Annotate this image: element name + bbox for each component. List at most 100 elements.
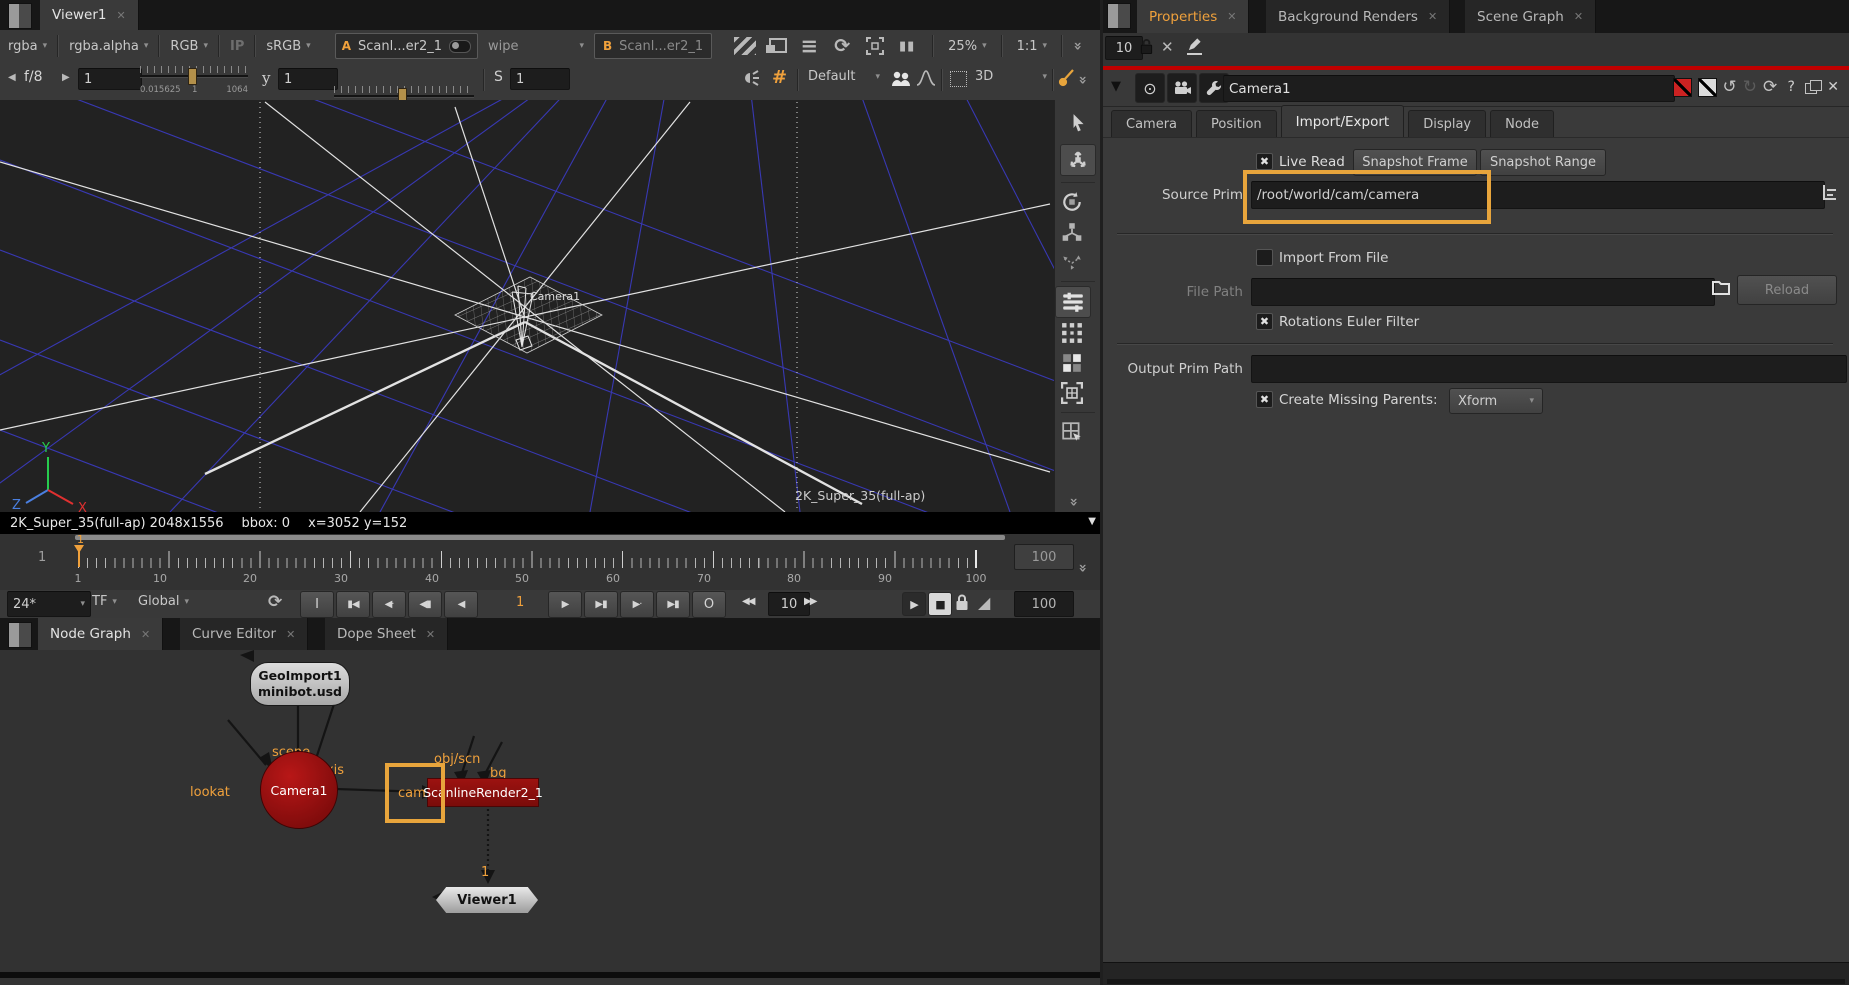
viewer-lut-select[interactable]: Default▾ — [808, 69, 880, 84]
channel-display-select[interactable]: RGB▾ — [170, 39, 208, 54]
reload-button[interactable]: Reload — [1737, 275, 1837, 305]
toolbar-overflow-icon[interactable]: » — [1070, 41, 1086, 50]
zoom-level-select[interactable]: 25%▾ — [944, 39, 990, 54]
create-missing-parents-checkbox[interactable]: ✖ — [1256, 391, 1273, 408]
ab-toggle[interactable] — [449, 40, 471, 53]
go-start-button[interactable]: ▮◀ — [336, 591, 370, 618]
euler-filter-checkbox[interactable]: ✖ — [1256, 313, 1273, 330]
layer-select[interactable]: rgba▾ — [8, 39, 47, 54]
file-path-input[interactable] — [1251, 278, 1715, 306]
viewer-colorspace-select[interactable]: sRGB▾ — [266, 39, 310, 54]
input-process-toggle[interactable]: IP — [230, 39, 244, 54]
node-color-swatch[interactable] — [1673, 78, 1692, 97]
gain-gamma-panel-icon[interactable] — [766, 37, 788, 55]
pixel-aspect-select[interactable]: 1:1▾ — [1013, 39, 1051, 54]
timeline-ruler[interactable]: 1 — [75, 544, 981, 570]
translate-tool-icon[interactable] — [1060, 144, 1096, 176]
next-keyframe-button[interactable]: ▶· — [620, 591, 654, 618]
close-icon[interactable]: ✕ — [1227, 10, 1236, 23]
close-icon[interactable]: ✕ — [1428, 10, 1437, 23]
layout-select-icon[interactable] — [1055, 417, 1089, 447]
tab-camera[interactable]: Camera — [1111, 110, 1192, 137]
close-panel-icon[interactable]: ✕ — [1827, 79, 1839, 95]
play-backward-button[interactable]: ◀ — [444, 591, 478, 618]
tab-viewer1[interactable]: Viewer1 ✕ — [40, 0, 139, 30]
tab-position[interactable]: Position — [1196, 110, 1277, 137]
split-view-icon[interactable] — [1055, 348, 1089, 378]
toolbar2-overflow-icon[interactable]: » — [1075, 75, 1091, 84]
nodegraph-canvas[interactable]: scene axis lookat obj/scn bg cam 1 GeoIm… — [0, 650, 1100, 972]
tab-import-export[interactable]: Import/Export — [1281, 105, 1405, 137]
select-tool-icon[interactable] — [1061, 108, 1095, 138]
prim-browser-icon[interactable] — [1821, 183, 1839, 203]
frame-range-mode-select[interactable]: Global▾ — [138, 594, 189, 609]
parent-type-select[interactable]: Xform ▾ — [1449, 388, 1543, 414]
view-mode-select[interactable]: 3D▾ — [975, 69, 1047, 84]
pause-icon[interactable]: ▮▮ — [896, 36, 918, 56]
roi-icon[interactable] — [864, 36, 886, 56]
tab-properties[interactable]: Properties ✕ — [1137, 0, 1249, 33]
close-icon[interactable]: ✕ — [426, 628, 435, 641]
panel-menu-icon[interactable] — [8, 622, 32, 648]
node-name-input[interactable]: Camera1 — [1223, 75, 1675, 102]
refresh-icon[interactable]: ⟳ — [830, 35, 854, 57]
grid-warp-icon[interactable] — [1055, 318, 1089, 348]
camera-icon[interactable] — [1167, 73, 1197, 103]
gain-slider[interactable]: 0.015625 1 1064 — [140, 65, 248, 85]
close-icon[interactable]: ✕ — [286, 628, 295, 641]
edit-node-icon[interactable] — [1187, 37, 1202, 55]
undo-icon[interactable]: ↺ — [1723, 77, 1737, 97]
set-out-button[interactable]: O — [692, 591, 726, 618]
gain-next-icon[interactable]: ▶ — [62, 72, 70, 83]
step-forward-button[interactable]: ▶▮ — [584, 591, 618, 618]
color-sample-wand-icon[interactable] — [1058, 68, 1076, 88]
tab-background-renders[interactable]: Background Renders ✕ — [1266, 0, 1450, 33]
collapse-panel-icon[interactable]: ▼ — [1111, 79, 1121, 94]
output-prim-input[interactable] — [1251, 355, 1847, 383]
viewport-3d[interactable]: Camera1 Y Z X 2K_Super_35(full-ap) — [0, 100, 1100, 512]
input-b-selector[interactable]: B Scanl...er2_1 — [594, 33, 712, 59]
horizontal-scrollbar[interactable] — [1107, 979, 1845, 984]
panel-menu-icon[interactable] — [8, 3, 32, 29]
hierarchy-tool-icon[interactable] — [1055, 217, 1089, 247]
wipe-mode-select[interactable]: wipe▾ — [488, 39, 584, 54]
help-icon[interactable]: ? — [1783, 79, 1799, 95]
lock-range-icon[interactable] — [954, 593, 970, 612]
marquee-mode-icon[interactable] — [950, 71, 967, 87]
max-panels-input[interactable]: 10 — [1105, 36, 1143, 60]
frame-selected-icon[interactable] — [1055, 378, 1089, 408]
fps-select[interactable]: 24*▾ — [7, 591, 91, 617]
current-frame[interactable]: 1 — [516, 595, 524, 610]
gamma-input[interactable]: 1 — [278, 68, 338, 90]
node-viewer1[interactable]: Viewer1 — [436, 887, 538, 913]
point-select-tool-icon[interactable] — [1055, 247, 1089, 277]
step-back-button[interactable]: ◀▮ — [408, 591, 442, 618]
headlamp-icon[interactable] — [742, 70, 762, 86]
timeline-mode-select[interactable]: TF▾ — [92, 594, 117, 609]
folder-icon[interactable] — [1711, 278, 1731, 296]
flipbook-play-icon[interactable]: ▶ — [902, 592, 926, 616]
tab-dope-sheet[interactable]: Dope Sheet ✕ — [325, 618, 448, 650]
input-a-selector[interactable]: A Scanl...er2_1 — [335, 33, 478, 59]
timeline-overflow-icon[interactable]: » — [1075, 563, 1091, 572]
saturation-input[interactable]: 1 — [510, 68, 570, 90]
ramp-icon[interactable]: ◢ — [978, 593, 990, 612]
rotate-tool-icon[interactable] — [1055, 187, 1089, 217]
gain-prev-icon[interactable]: ◀ — [8, 72, 16, 83]
range-end-box[interactable]: 100 — [1014, 544, 1074, 570]
timeline-scrollbar[interactable] — [75, 535, 1005, 540]
sliders-panel-icon[interactable] — [1055, 286, 1091, 318]
live-read-checkbox[interactable]: ✖ — [1256, 153, 1273, 170]
wireframe-toggle-icon[interactable]: # — [772, 67, 787, 88]
tab-node[interactable]: Node — [1490, 110, 1554, 137]
playback-range-end-box[interactable]: 100 — [1014, 591, 1074, 617]
close-all-panels-icon[interactable]: ✕ — [1161, 38, 1174, 56]
set-in-button[interactable]: I — [300, 591, 334, 618]
tab-node-graph[interactable]: Node Graph ✕ — [38, 618, 163, 650]
close-icon[interactable]: ✕ — [116, 9, 125, 22]
gl-color-swatch[interactable] — [1698, 78, 1717, 97]
play-button[interactable]: ▶ — [548, 591, 582, 618]
center-node-icon[interactable]: ⊙ — [1135, 73, 1165, 103]
render-stop-icon[interactable]: ■ — [928, 592, 952, 616]
go-end-button[interactable]: ▶▮ — [656, 591, 690, 618]
